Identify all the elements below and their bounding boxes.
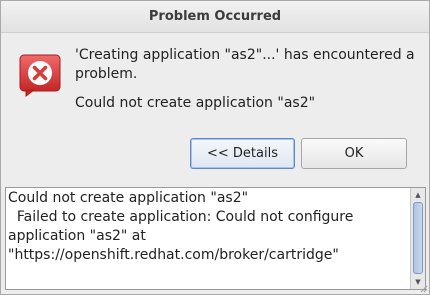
dialog-title: Problem Occurred (1, 1, 429, 33)
details-text-area[interactable]: Could not create application "as2" Faile… (5, 187, 426, 290)
ok-button[interactable]: OK (301, 138, 407, 169)
error-icon (18, 53, 62, 97)
scrollbar-thumb[interactable] (413, 202, 423, 274)
scroll-up-arrow-icon[interactable]: ▲ (411, 189, 425, 201)
resize-grip-icon[interactable] (420, 285, 428, 293)
error-detail-message: Could not create application "as2" (75, 95, 316, 111)
details-button[interactable]: << Details (190, 138, 295, 169)
problem-dialog: Problem Occurred 'Creating application "… (0, 0, 430, 295)
error-message: 'Creating application "as2"...' has enco… (75, 47, 415, 82)
vertical-scrollbar[interactable]: ▲ ▼ (410, 188, 425, 289)
details-text: Could not create application "as2" Faile… (8, 190, 354, 263)
